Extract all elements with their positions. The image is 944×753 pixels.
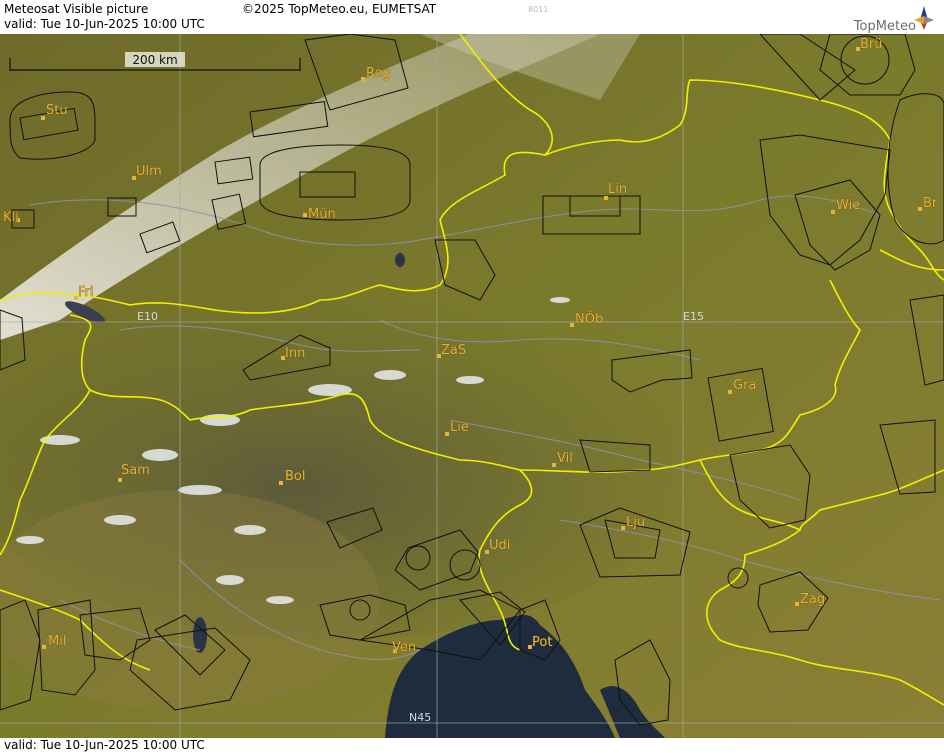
city-label: Fri [78,285,94,300]
city-label: Mil [48,634,66,649]
city-label: Udi [489,538,510,553]
lon-label-e15: E15 [683,310,704,323]
lake-chiemsee [395,253,405,267]
city-label: Reg [366,66,391,81]
city-label: ZaS [441,343,466,358]
image-code: 8011 [528,5,549,14]
valid-time: valid: Tue 10-Jun-2025 10:00 UTC [4,17,205,31]
product-title: Meteosat Visible picture [4,2,149,16]
city-label: Bol [285,469,305,484]
city-zas: ZaS [437,343,466,358]
city-label: Vil [557,451,573,466]
city-label: NÖb [575,310,603,327]
city-inn: Inn [281,346,306,361]
city-label: Mün [308,207,336,222]
topmeteo-logo[interactable]: TopMeteo [828,2,938,34]
city-label: Sam [121,463,150,478]
city-ven: Ven [392,640,417,656]
city-label: Brü [860,37,883,52]
city-ulm: Ulm [132,164,162,180]
city-bru: Brü [856,37,883,52]
city-zag: Zag [795,592,825,607]
logo-text: TopMeteo [853,19,916,34]
city-reg: Reg [361,66,391,81]
city-kli: Kli [3,210,20,225]
city-label: Zag [800,592,825,607]
city-pot: Pot [528,635,553,650]
city-nob: NÖb [570,310,604,327]
city-label: Lin [608,182,627,197]
city-label: Wie [836,198,860,213]
city-label: Pot [532,635,552,650]
header-bar: Meteosat Visible picture valid: Tue 10-J… [0,0,944,34]
city-label: Lie [450,420,469,435]
city-label: Br [923,196,938,211]
city-label: Inn [285,346,305,361]
scale-label: 200 km [132,53,177,67]
city-label: Lju [626,515,645,530]
lat-label-n45: N45 [409,711,431,724]
city-gra: Gra [728,378,757,394]
city-label: Ven [392,640,416,655]
city-label: Kli [3,210,19,225]
city-wie: Wie [831,198,860,214]
copyright: ©2025 TopMeteo.eu, EUMETSAT [242,2,437,16]
city-label: Stu [46,103,68,118]
map-canvas: 200 km E10 E15 N45 Brü Reg Stu Ulm Lin W… [0,34,944,738]
city-mun: Mün [303,207,336,222]
footer-bar: valid: Tue 10-Jun-2025 10:00 UTC [0,738,944,753]
city-label: Ulm [136,164,162,179]
map-frame: Meteosat Visible picture valid: Tue 10-J… [0,0,944,753]
lake-garda [193,617,207,653]
lon-label-e10: E10 [137,310,158,323]
footer-valid-time: valid: Tue 10-Jun-2025 10:00 UTC [4,738,205,752]
city-label: Gra [733,378,756,393]
satellite-map[interactable]: 200 km E10 E15 N45 Brü Reg Stu Ulm Lin W… [0,34,944,738]
city-udi: Udi [485,538,511,554]
